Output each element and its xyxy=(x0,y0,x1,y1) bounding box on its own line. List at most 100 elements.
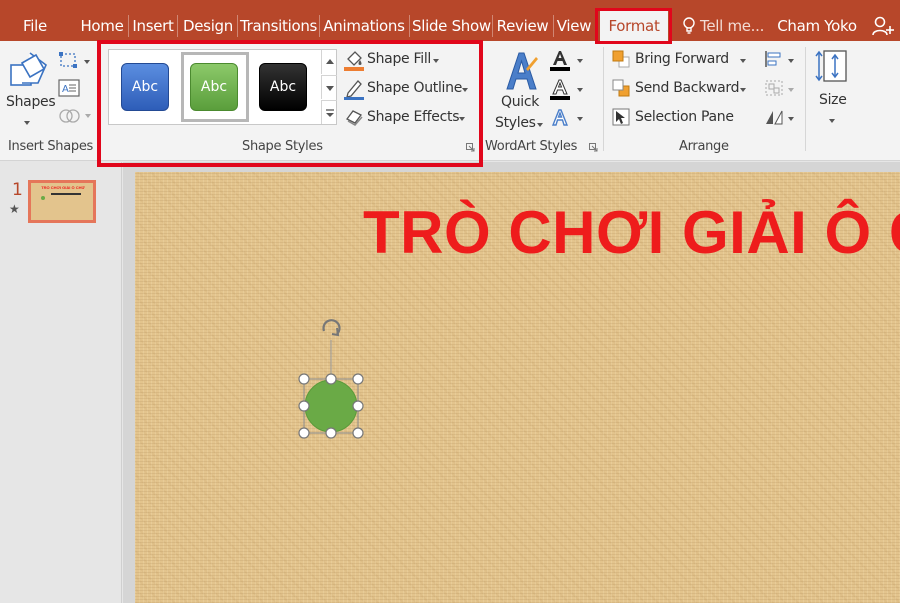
size-icon[interactable] xyxy=(815,49,849,85)
wordart-styles-group-label: WordArt Styles xyxy=(485,139,578,154)
send-backward-button[interactable]: Send Backward xyxy=(635,80,740,96)
group-caret xyxy=(788,88,794,92)
ribbon-tab-bar: File Home Insert Design Transitions Anim… xyxy=(0,0,900,44)
shape-outline-button[interactable]: Shape Outline xyxy=(367,80,462,96)
tab-transitions[interactable]: Transitions xyxy=(240,0,317,41)
pen-outline-icon[interactable] xyxy=(344,78,364,100)
merge-shapes-icon xyxy=(59,109,80,123)
text-fill-caret[interactable] xyxy=(577,59,583,63)
gallery-more[interactable] xyxy=(321,100,337,124)
slide-editing-area: TRÒ CHƠI GIẢI Ô C xyxy=(123,162,900,603)
shape-style-black[interactable]: Abc xyxy=(259,63,307,111)
tell-me-search[interactable]: Tell me... xyxy=(700,0,766,41)
slide-canvas[interactable]: TRÒ CHƠI GIẢI Ô C xyxy=(135,172,900,603)
thumbnail-title: TRÒ CHƠI GIẢI Ô CHỮ xyxy=(41,186,85,190)
shape-styles-gallery: Abc Abc Abc xyxy=(108,49,337,125)
align-caret[interactable] xyxy=(788,59,794,63)
share-person-icon[interactable] xyxy=(872,15,894,37)
align-icon[interactable] xyxy=(764,50,784,68)
arrange-group-label: Arrange xyxy=(679,139,729,154)
selection-pane-button[interactable]: Selection Pane xyxy=(635,109,734,125)
dialog-launcher-icon[interactable] xyxy=(589,143,598,152)
shape-style-green[interactable]: Abc xyxy=(190,63,238,111)
paint-bucket-icon[interactable] xyxy=(344,49,364,71)
tab-review[interactable]: Review xyxy=(495,0,550,41)
send-backward-icon[interactable] xyxy=(612,79,630,97)
quick-styles-icon[interactable] xyxy=(502,49,540,93)
shape-effects-caret[interactable] xyxy=(459,117,465,121)
slide-thumbnail-pane: 1 ★ TRÒ CHƠI GIẢI Ô CHỮ xyxy=(0,162,122,603)
size-button[interactable]: Size xyxy=(819,92,847,108)
tab-animations[interactable]: Animations xyxy=(322,0,406,41)
shape-fill-caret[interactable] xyxy=(433,59,439,63)
shape-styles-group-label: Shape Styles xyxy=(242,139,323,154)
text-box-icon[interactable]: A xyxy=(58,79,80,97)
chevron-up-icon xyxy=(326,59,334,64)
tab-separator xyxy=(237,15,238,37)
tab-view[interactable]: View xyxy=(556,0,592,41)
shape-effects-icon[interactable] xyxy=(344,107,364,127)
slide-title[interactable]: TRÒ CHƠI GIẢI Ô C xyxy=(363,198,900,267)
tab-format[interactable]: Format xyxy=(600,10,668,41)
gallery-scroll-down[interactable] xyxy=(321,75,337,99)
svg-text:A: A xyxy=(62,84,69,95)
shapes-dropdown-caret[interactable] xyxy=(24,121,30,125)
insert-shapes-group-label: Insert Shapes xyxy=(8,139,93,154)
tab-slide-show[interactable]: Slide Show xyxy=(412,0,491,41)
chevron-down-icon xyxy=(326,86,334,91)
shape-fill-button[interactable]: Shape Fill xyxy=(367,51,431,67)
rotate-caret[interactable] xyxy=(788,117,794,121)
animation-star-icon: ★ xyxy=(9,202,20,216)
merge-shapes-caret xyxy=(85,114,91,118)
text-effects-caret[interactable] xyxy=(577,117,583,121)
bring-forward-icon[interactable] xyxy=(612,50,630,68)
thumbnail-line xyxy=(51,193,81,195)
tab-home[interactable]: Home xyxy=(78,0,126,41)
group-separator xyxy=(480,47,481,151)
text-effects-icon[interactable] xyxy=(549,107,571,129)
group-objects-icon xyxy=(765,80,783,96)
lightbulb-icon xyxy=(683,17,695,34)
gallery-scroll-up[interactable] xyxy=(321,50,337,74)
slide-number: 1 xyxy=(12,180,23,200)
send-backward-caret[interactable] xyxy=(740,88,746,92)
user-name[interactable]: Cham Yoko xyxy=(772,0,862,41)
gallery-more-icon xyxy=(326,109,334,117)
group-separator xyxy=(603,47,604,151)
format-ribbon: Shapes A Insert Shapes Abc Abc Abc Shape… xyxy=(0,41,900,161)
slide-thumbnail-1[interactable]: TRÒ CHƠI GIẢI Ô CHỮ xyxy=(28,180,96,223)
quick-styles-caret[interactable] xyxy=(537,123,543,127)
text-outline-caret[interactable] xyxy=(577,88,583,92)
tab-separator xyxy=(492,15,493,37)
edit-shape-icon[interactable] xyxy=(58,51,80,71)
group-separator xyxy=(805,47,806,151)
shapes-icon[interactable] xyxy=(8,51,48,91)
shape-effects-button[interactable]: Shape Effects xyxy=(367,109,459,125)
tab-separator xyxy=(177,15,178,37)
shape-style-blue[interactable]: Abc xyxy=(121,63,169,111)
shape-outline-caret[interactable] xyxy=(462,88,468,92)
group-separator xyxy=(98,47,99,151)
quick-styles-label-2[interactable]: Styles xyxy=(495,115,536,131)
selection-pane-icon[interactable] xyxy=(612,108,630,126)
shapes-button[interactable]: Shapes xyxy=(6,94,56,110)
bring-forward-caret[interactable] xyxy=(740,59,746,63)
text-outline-icon[interactable] xyxy=(549,78,571,100)
tab-separator xyxy=(409,15,410,37)
rotate-icon[interactable] xyxy=(764,108,784,126)
powerpoint-window: File Home Insert Design Transitions Anim… xyxy=(0,0,900,603)
thumbnail-shape xyxy=(41,196,45,200)
bring-forward-button[interactable]: Bring Forward xyxy=(635,51,729,67)
tab-file[interactable]: File xyxy=(14,0,56,41)
dialog-launcher-icon[interactable] xyxy=(466,143,475,152)
tab-design[interactable]: Design xyxy=(181,0,235,41)
tab-separator xyxy=(319,15,320,37)
quick-styles-label-1[interactable]: Quick xyxy=(501,94,539,110)
tab-insert[interactable]: Insert xyxy=(132,0,174,41)
tab-separator xyxy=(553,15,554,37)
edit-shape-caret[interactable] xyxy=(84,60,90,64)
text-fill-icon[interactable] xyxy=(549,49,571,71)
size-caret[interactable] xyxy=(829,119,835,123)
selected-circle-shape[interactable] xyxy=(298,312,364,439)
tab-separator xyxy=(128,15,129,37)
